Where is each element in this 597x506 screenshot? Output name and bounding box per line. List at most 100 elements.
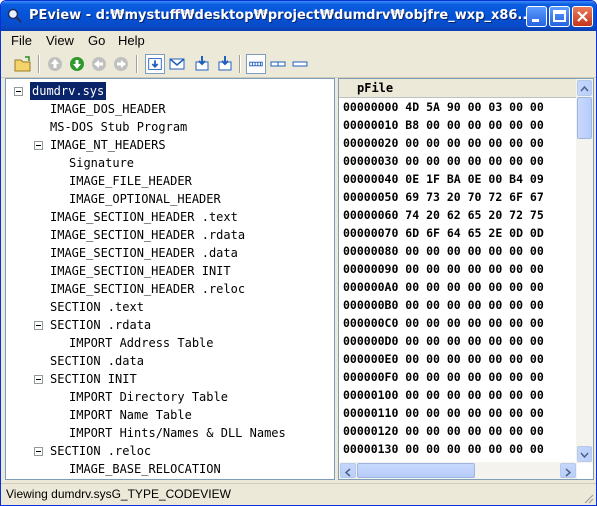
tree-expander-icon[interactable] bbox=[14, 87, 23, 96]
hex-row[interactable]: 00000030 00 00 00 00 00 00 00 bbox=[343, 152, 544, 170]
tree-view[interactable]: dumdrv.sys IMAGE_DOS_HEADER MS-DOS Stub Pr… bbox=[5, 78, 335, 480]
scroll-right-button[interactable] bbox=[560, 463, 576, 478]
tree-item[interactable]: SECTION .data bbox=[50, 352, 144, 370]
open-folder-icon[interactable] bbox=[13, 54, 33, 74]
hex-row[interactable]: 00000060 74 20 62 65 20 72 75 bbox=[343, 206, 544, 224]
tree-item[interactable]: IMPORT Address Table bbox=[69, 334, 214, 352]
tree-item[interactable]: IMAGE_BASE_RELOCATION bbox=[69, 460, 221, 478]
envelope-icon[interactable] bbox=[167, 54, 187, 74]
hex-row[interactable]: 000000A0 00 00 00 00 00 00 00 bbox=[343, 278, 544, 296]
horizontal-scrollbar[interactable] bbox=[339, 462, 577, 479]
next-icon[interactable] bbox=[111, 54, 131, 74]
toolbar-separator bbox=[239, 55, 241, 73]
tree-expander-icon[interactable] bbox=[34, 447, 43, 456]
scroll-right-icon bbox=[565, 468, 572, 477]
resize-grip-icon[interactable] bbox=[582, 492, 594, 504]
hex-view[interactable]: pFile 00000000 4D 5A 90 00 03 00 00 00000… bbox=[338, 78, 594, 480]
hex-row[interactable]: 00000080 00 00 00 00 00 00 00 bbox=[343, 242, 544, 260]
hex-row[interactable]: 000000B0 00 00 00 00 00 00 00 bbox=[343, 296, 544, 314]
tree-item[interactable]: IMAGE_FILE_HEADER bbox=[69, 172, 192, 190]
title-bar[interactable]: PEview - d:₩mystuff₩desktop₩project₩dumd… bbox=[1, 1, 596, 31]
scroll-up-icon bbox=[580, 85, 589, 92]
hex-row[interactable]: 00000100 00 00 00 00 00 00 00 bbox=[343, 386, 544, 404]
import-icon[interactable] bbox=[193, 54, 213, 74]
hex-row[interactable]: 000000E0 00 00 00 00 00 00 00 bbox=[343, 350, 544, 368]
up-icon[interactable] bbox=[45, 54, 65, 74]
toolbar-separator bbox=[38, 55, 40, 73]
tree-item[interactable]: SECTION .text bbox=[50, 298, 144, 316]
vertical-scroll-thumb[interactable] bbox=[577, 97, 592, 139]
collapse-minus-icon bbox=[16, 91, 21, 92]
close-icon bbox=[577, 11, 588, 22]
scroll-up-button[interactable] bbox=[577, 80, 592, 96]
tree-item[interactable]: IMAGE_SECTION_HEADER INIT bbox=[50, 262, 231, 280]
tree-item[interactable]: IMPORT Directory Table bbox=[69, 388, 228, 406]
byte-view-icon[interactable] bbox=[246, 54, 266, 74]
hex-row[interactable]: 000000D0 00 00 00 00 00 00 00 bbox=[343, 332, 544, 350]
status-text: Viewing dumdrv.sysG_TYPE_CODEVIEW bbox=[6, 487, 231, 501]
hex-row[interactable]: 000000C0 00 00 00 00 00 00 00 bbox=[343, 314, 544, 332]
back-icon[interactable] bbox=[89, 54, 109, 74]
export-icon[interactable] bbox=[214, 54, 234, 74]
hex-row[interactable]: 00000110 00 00 00 00 00 00 00 bbox=[343, 404, 544, 422]
tree-item[interactable]: SECTION INIT bbox=[50, 370, 137, 388]
hex-row[interactable]: 00000050 69 73 20 70 72 6F 67 bbox=[343, 188, 544, 206]
tree-item[interactable]: MS-DOS Stub Program bbox=[50, 118, 187, 136]
menu-help[interactable]: Help bbox=[118, 33, 145, 48]
tree-item[interactable]: IMPORT Hints/Names & DLL Names bbox=[69, 424, 286, 442]
toolbar bbox=[1, 51, 596, 78]
hex-row[interactable]: 00000000 4D 5A 90 00 03 00 00 bbox=[343, 98, 544, 116]
hex-row[interactable]: 00000010 B8 00 00 00 00 00 00 bbox=[343, 116, 544, 134]
tree-item[interactable]: IMAGE_SECTION_HEADER .reloc bbox=[50, 280, 245, 298]
collapse-minus-icon bbox=[36, 451, 41, 452]
scroll-left-icon bbox=[344, 468, 351, 477]
menu-go[interactable]: Go bbox=[88, 33, 105, 48]
pfile-header-label: pFile bbox=[357, 81, 394, 95]
tree-item[interactable]: IMAGE_SECTION_HEADER .data bbox=[50, 244, 238, 262]
tree-item-selected[interactable]: dumdrv.sys bbox=[30, 82, 107, 100]
tree-item[interactable]: IMAGE_SECTION_HEADER .text bbox=[50, 208, 238, 226]
tree-expander-icon[interactable] bbox=[34, 375, 43, 384]
tree-item[interactable]: SECTION .reloc bbox=[50, 442, 151, 460]
dword-view-icon[interactable] bbox=[290, 54, 310, 74]
hex-row[interactable]: 00000120 00 00 00 00 00 00 00 bbox=[343, 422, 544, 440]
minimize-button[interactable] bbox=[526, 6, 547, 27]
forward-icon[interactable] bbox=[67, 54, 87, 74]
hex-row[interactable]: 00000090 00 00 00 00 00 00 00 bbox=[343, 260, 544, 278]
menu-view[interactable]: View bbox=[46, 33, 74, 48]
tree-item[interactable]: IMAGE_OPTIONAL_HEADER bbox=[69, 190, 221, 208]
menu-file[interactable]: File bbox=[11, 33, 32, 48]
tree-item[interactable]: IMPORT Name Table bbox=[69, 406, 192, 424]
hex-row[interactable]: 00000020 00 00 00 00 00 00 00 bbox=[343, 134, 544, 152]
minimize-icon bbox=[532, 19, 539, 22]
collapse-minus-icon bbox=[36, 325, 41, 326]
word-view-icon[interactable] bbox=[268, 54, 288, 74]
scroll-left-button[interactable] bbox=[340, 463, 356, 478]
menu-bar: File View Go Help bbox=[1, 31, 596, 51]
tree-item[interactable]: IMAGE_DOS_HEADER bbox=[50, 100, 166, 118]
vertical-scrollbar[interactable] bbox=[576, 79, 593, 463]
collapse-minus-icon bbox=[36, 145, 41, 146]
hex-row[interactable]: 00000040 0E 1F BA 0E 00 B4 09 bbox=[343, 170, 544, 188]
status-bar: Viewing dumdrv.sysG_TYPE_CODEVIEW bbox=[1, 483, 596, 505]
hex-view-icon[interactable] bbox=[145, 54, 165, 74]
close-button[interactable] bbox=[572, 6, 593, 27]
window-title: PEview - d:₩mystuff₩desktop₩project₩dumd… bbox=[29, 8, 533, 23]
hex-row[interactable]: 00000070 6D 6F 64 65 2E 0D 0D bbox=[343, 224, 544, 242]
tree-item[interactable]: Signature bbox=[69, 154, 134, 172]
toolbar-separator bbox=[136, 55, 138, 73]
tree-item[interactable]: IMAGE_SECTION_HEADER .rdata bbox=[50, 226, 245, 244]
tree-item[interactable]: IMAGE_NT_HEADERS bbox=[50, 136, 166, 154]
maximize-button[interactable] bbox=[549, 6, 570, 27]
hex-row[interactable]: 000000F0 00 00 00 00 00 00 00 bbox=[343, 368, 544, 386]
hex-row[interactable]: 00000130 00 00 00 00 00 00 00 bbox=[343, 440, 544, 458]
tree-expander-icon[interactable] bbox=[34, 141, 43, 150]
collapse-minus-icon bbox=[36, 379, 41, 380]
scroll-down-icon bbox=[580, 452, 589, 459]
scroll-down-button[interactable] bbox=[577, 446, 592, 462]
hex-column-header[interactable]: pFile bbox=[339, 79, 577, 98]
peview-window: PEview - d:₩mystuff₩desktop₩project₩dumd… bbox=[0, 0, 597, 506]
horizontal-scroll-thumb[interactable] bbox=[357, 463, 475, 478]
tree-expander-icon[interactable] bbox=[34, 321, 43, 330]
tree-item[interactable]: SECTION .rdata bbox=[50, 316, 151, 334]
